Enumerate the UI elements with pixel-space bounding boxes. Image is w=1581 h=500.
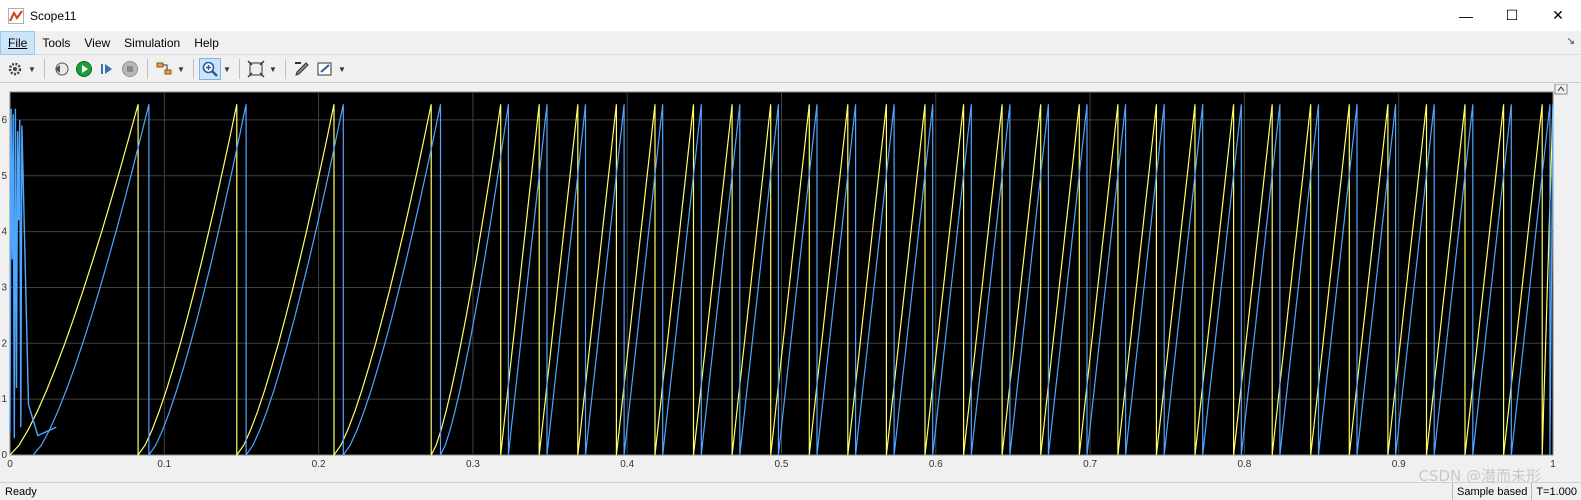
- status-time: T=1.000: [1531, 483, 1581, 500]
- x-tick-label: 0.9: [1392, 459, 1406, 470]
- toolbar-separator: [193, 59, 194, 79]
- close-button[interactable]: ✕: [1535, 0, 1581, 31]
- menu-simulation[interactable]: Simulation: [117, 31, 187, 55]
- axes-corner-controls: [1554, 84, 1568, 95]
- zoom-in-icon: [202, 61, 218, 77]
- x-tick-label: 0.1: [157, 459, 171, 470]
- y-tick-label: 4: [1, 227, 7, 238]
- toolbar-separator: [285, 59, 286, 79]
- measurement-dropdown-icon[interactable]: ▼: [337, 58, 347, 80]
- title-bar[interactable]: Scope11 — ☐ ✕: [0, 0, 1581, 31]
- minimize-button[interactable]: —: [1443, 0, 1489, 31]
- x-tick-label: 0.5: [775, 459, 789, 470]
- status-right-panel: Sample based T=1.000: [1452, 483, 1581, 500]
- menu-simulation-label: Simulation: [124, 35, 181, 50]
- toolbar-separator: [239, 59, 240, 79]
- edit-style-button[interactable]: [291, 58, 313, 80]
- stop-button[interactable]: [119, 58, 141, 80]
- y-tick-label: 2: [1, 338, 7, 349]
- signal-selection-button[interactable]: [153, 58, 175, 80]
- window-controls: — ☐ ✕: [1443, 0, 1581, 31]
- window-title: Scope11: [30, 8, 77, 23]
- scope-display[interactable]: 0 0.1 0.2 0.3 0.4 0.5 0.6 0.7 0.8 0.9 1 0 1 2 3 4 5 6: [0, 84, 1581, 482]
- run-icon: [76, 61, 92, 77]
- fit-to-view-icon: [247, 60, 265, 78]
- scope-plot[interactable]: 0 0.1 0.2 0.3 0.4 0.5 0.6 0.7 0.8 0.9 1 0 1 2 3 4 5 6: [0, 84, 1581, 482]
- signal-selection-dropdown-icon[interactable]: ▼: [176, 58, 186, 80]
- measurement-button[interactable]: [314, 58, 336, 80]
- status-ready: Ready: [5, 485, 37, 498]
- toolbar-separator: [147, 59, 148, 79]
- menu-tools-label: Tools: [42, 35, 71, 50]
- menu-view[interactable]: View: [77, 31, 117, 55]
- toolbar: ▼ ▼ ▼ ▼ ▼: [0, 56, 1581, 83]
- step-forward-icon: [101, 64, 112, 74]
- zoom-in-button[interactable]: [199, 58, 221, 80]
- edit-style-icon: [295, 62, 309, 76]
- menu-tools[interactable]: Tools: [35, 31, 77, 55]
- signal-selection-icon: [156, 62, 172, 75]
- restore-button[interactable]: [50, 58, 72, 80]
- y-tick-label: 3: [1, 282, 7, 293]
- x-tick-label: 0.8: [1237, 459, 1251, 470]
- settings-button[interactable]: [4, 58, 26, 80]
- y-tick-label: 6: [1, 115, 7, 126]
- menu-file[interactable]: File: [0, 30, 36, 55]
- status-sample-mode: Sample based: [1452, 483, 1531, 500]
- y-tick-label: 0: [1, 450, 7, 461]
- measurement-icon: [317, 62, 332, 76]
- fit-to-view-button[interactable]: [245, 58, 267, 80]
- maximize-button[interactable]: ☐: [1489, 0, 1535, 31]
- stop-icon: [122, 61, 138, 77]
- fit-dropdown-icon[interactable]: ▼: [268, 58, 278, 80]
- matlab-scope-icon: [8, 7, 24, 24]
- y-tick-label: 1: [1, 394, 7, 405]
- x-tick-label: 0.3: [466, 459, 480, 470]
- x-tick-label: 0.7: [1083, 459, 1097, 470]
- status-bar: Ready Sample based T=1.000: [0, 482, 1581, 500]
- undock-icon[interactable]: ↘: [1567, 36, 1575, 47]
- settings-icon: [8, 62, 22, 76]
- menu-view-label: View: [84, 35, 111, 50]
- x-tick-label: 0: [7, 459, 13, 470]
- menu-bar: File Tools View Simulation Help ↘: [0, 30, 1581, 55]
- x-tick-label: 1: [1550, 459, 1556, 470]
- zoom-dropdown-icon[interactable]: ▼: [222, 58, 232, 80]
- x-tick-label: 0.6: [929, 459, 943, 470]
- toolbar-separator: [44, 59, 45, 79]
- step-forward-button[interactable]: [96, 58, 118, 80]
- y-tick-label: 5: [1, 171, 7, 182]
- x-tick-label: 0.4: [620, 459, 634, 470]
- menu-help-label: Help: [194, 35, 219, 50]
- settings-dropdown-icon[interactable]: ▼: [27, 58, 37, 80]
- menu-help[interactable]: Help: [187, 31, 226, 55]
- x-tick-label: 0.2: [312, 459, 326, 470]
- undock-axes-icon[interactable]: [1554, 84, 1568, 95]
- scope-window: Scope11 — ☐ ✕ File Tools View Simulation…: [0, 0, 1581, 500]
- menu-file-label: File: [8, 35, 28, 50]
- run-button[interactable]: [73, 58, 95, 80]
- restore-icon: [55, 62, 69, 76]
